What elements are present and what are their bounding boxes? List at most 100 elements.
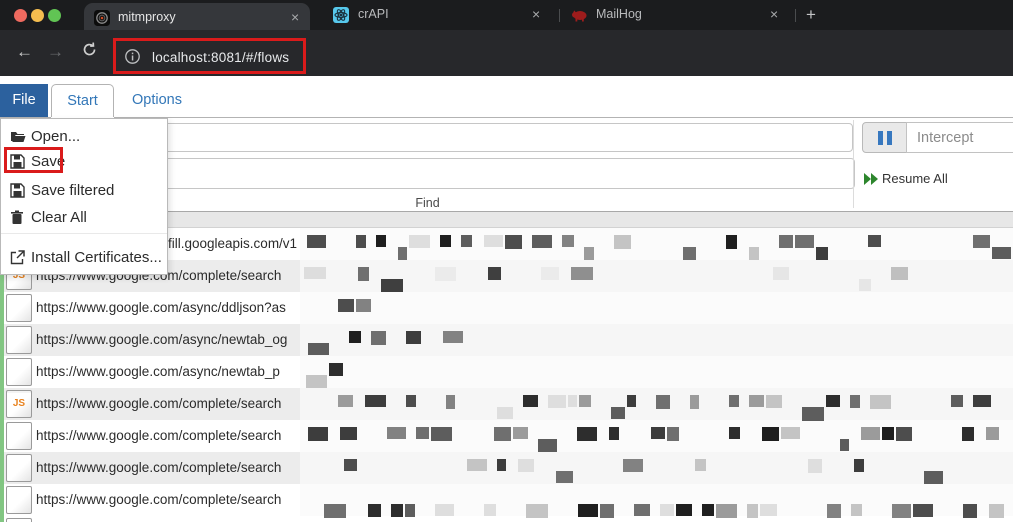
redacted-block — [338, 299, 354, 312]
redacted-block — [992, 247, 1011, 259]
flow-row[interactable]: https://www.google.com/complete/search — [0, 388, 1013, 421]
redacted-block — [802, 407, 824, 421]
redacted-block — [868, 235, 881, 247]
redacted-block — [541, 267, 559, 280]
redacted-block — [446, 395, 455, 409]
redacted-block — [579, 395, 591, 407]
redacted-block — [896, 427, 912, 441]
flow-row[interactable]: https://www.google.com/async/newtab_p — [0, 356, 1013, 388]
tab-separator — [795, 9, 796, 22]
redacted-block — [467, 459, 487, 471]
redacted-block — [484, 235, 503, 247]
menubar-options[interactable]: Options — [118, 84, 196, 117]
flow-url: https://www.google.com/complete/search — [36, 492, 282, 507]
redacted-block — [577, 427, 597, 441]
redacted-region — [300, 260, 1013, 292]
redacted-block — [683, 247, 696, 260]
traffic-light-close[interactable] — [14, 9, 27, 22]
document-icon — [6, 326, 32, 354]
flow-row[interactable] — [0, 516, 1013, 522]
chrome-tab-strip: mitmproxy × crAPI × MailHog × + — [0, 0, 1013, 30]
tab-mailhog[interactable]: MailHog — [596, 7, 642, 21]
pause-button[interactable] — [862, 122, 907, 153]
redacted-region — [300, 356, 1013, 388]
menu-item-clear-all[interactable]: Clear All — [1, 206, 167, 230]
tab-crapi[interactable]: crAPI — [358, 7, 389, 21]
redacted-block — [409, 235, 430, 248]
redacted-block — [340, 427, 357, 440]
reload-icon[interactable] — [81, 41, 98, 63]
flow-row[interactable]: https://www.google.com/complete/search — [0, 484, 1013, 518]
redacted-block — [667, 427, 679, 441]
flow-row[interactable]: https://www.google.com/async/ddljson?as — [0, 292, 1013, 324]
redacted-block — [523, 395, 538, 407]
mitmproxy-favicon-icon — [94, 10, 110, 26]
file-dropdown-menu: Open... Save Save filtered Clear All Ins… — [0, 118, 168, 275]
forward-icon: → — [47, 42, 64, 61]
redacted-block — [406, 395, 416, 407]
redacted-block — [773, 267, 789, 280]
tab-mitmproxy[interactable]: mitmproxy × — [84, 3, 310, 30]
redacted-region — [300, 228, 1013, 261]
redacted-block — [505, 235, 522, 249]
redacted-block — [431, 427, 452, 441]
back-icon[interactable]: ← — [16, 42, 33, 62]
redacted-block — [518, 459, 534, 472]
redacted-block — [461, 235, 472, 247]
redacted-block — [349, 331, 361, 343]
menu-item-save-filtered[interactable]: Save filtered — [1, 179, 167, 203]
new-tab-button[interactable]: + — [806, 5, 816, 25]
pause-icon — [887, 131, 892, 145]
document-icon — [6, 358, 32, 386]
menu-item-open[interactable]: Open... — [1, 125, 167, 149]
intercept-input[interactable] — [906, 122, 1013, 153]
flow-url: fill.googleapis.com/v1 — [168, 236, 298, 251]
redacted-block — [365, 395, 386, 407]
flow-row[interactable]: https://www.google.com/complete/search — [0, 452, 1013, 484]
redacted-block — [816, 247, 828, 260]
redacted-region — [300, 292, 1013, 324]
chrome-toolbar: ← → localhost:8081/#/flows — [0, 30, 1013, 76]
flow-url: https://www.google.com/async/newtab_og — [36, 332, 288, 347]
url-annotation-box: localhost:8081/#/flows — [113, 38, 306, 74]
toolbar-divider — [853, 120, 854, 208]
redacted-block — [634, 504, 650, 516]
flow-url: https://www.google.com/async/ddljson?as — [36, 300, 286, 315]
menubar-file[interactable]: File — [0, 84, 48, 117]
redacted-block — [627, 395, 636, 407]
menu-item-install-certificates[interactable]: Install Certificates... — [1, 246, 167, 270]
document-icon — [6, 422, 32, 450]
redacted-block — [497, 459, 506, 471]
redacted-block — [808, 459, 822, 473]
menubar-start[interactable]: Start — [51, 84, 114, 118]
address-bar[interactable]: localhost:8081/#/flows — [152, 50, 289, 65]
tab-close-icon[interactable]: × — [291, 9, 299, 25]
redacted-block — [795, 235, 814, 248]
document-icon — [6, 294, 32, 322]
redacted-block — [623, 459, 643, 472]
redacted-block — [656, 395, 670, 409]
redacted-region — [300, 420, 1013, 453]
redacted-block — [973, 235, 990, 248]
flow-row[interactable]: https://www.google.com/complete/search — [0, 420, 1013, 453]
redacted-block — [870, 395, 891, 409]
redacted-block — [729, 395, 739, 407]
flow-row[interactable]: https://www.google.com/async/newtab_og — [0, 324, 1013, 356]
traffic-light-minimize[interactable] — [31, 9, 44, 22]
redacted-block — [358, 267, 369, 281]
redacted-block — [729, 427, 740, 439]
redacted-block — [891, 267, 908, 280]
redacted-block — [962, 427, 974, 441]
redacted-block — [762, 427, 779, 441]
tab-close-icon[interactable]: × — [532, 6, 540, 22]
site-info-icon[interactable] — [125, 49, 140, 69]
redacted-region — [300, 388, 1013, 421]
redacted-block — [440, 235, 451, 247]
redacted-block — [676, 504, 692, 516]
trash-icon — [10, 210, 26, 226]
tab-close-icon[interactable]: × — [770, 6, 778, 22]
traffic-light-zoom[interactable] — [48, 9, 61, 22]
redacted-block — [532, 235, 552, 248]
resume-all-label: Resume All — [882, 171, 948, 186]
flow-url: https://www.google.com/async/newtab_p — [36, 364, 280, 379]
